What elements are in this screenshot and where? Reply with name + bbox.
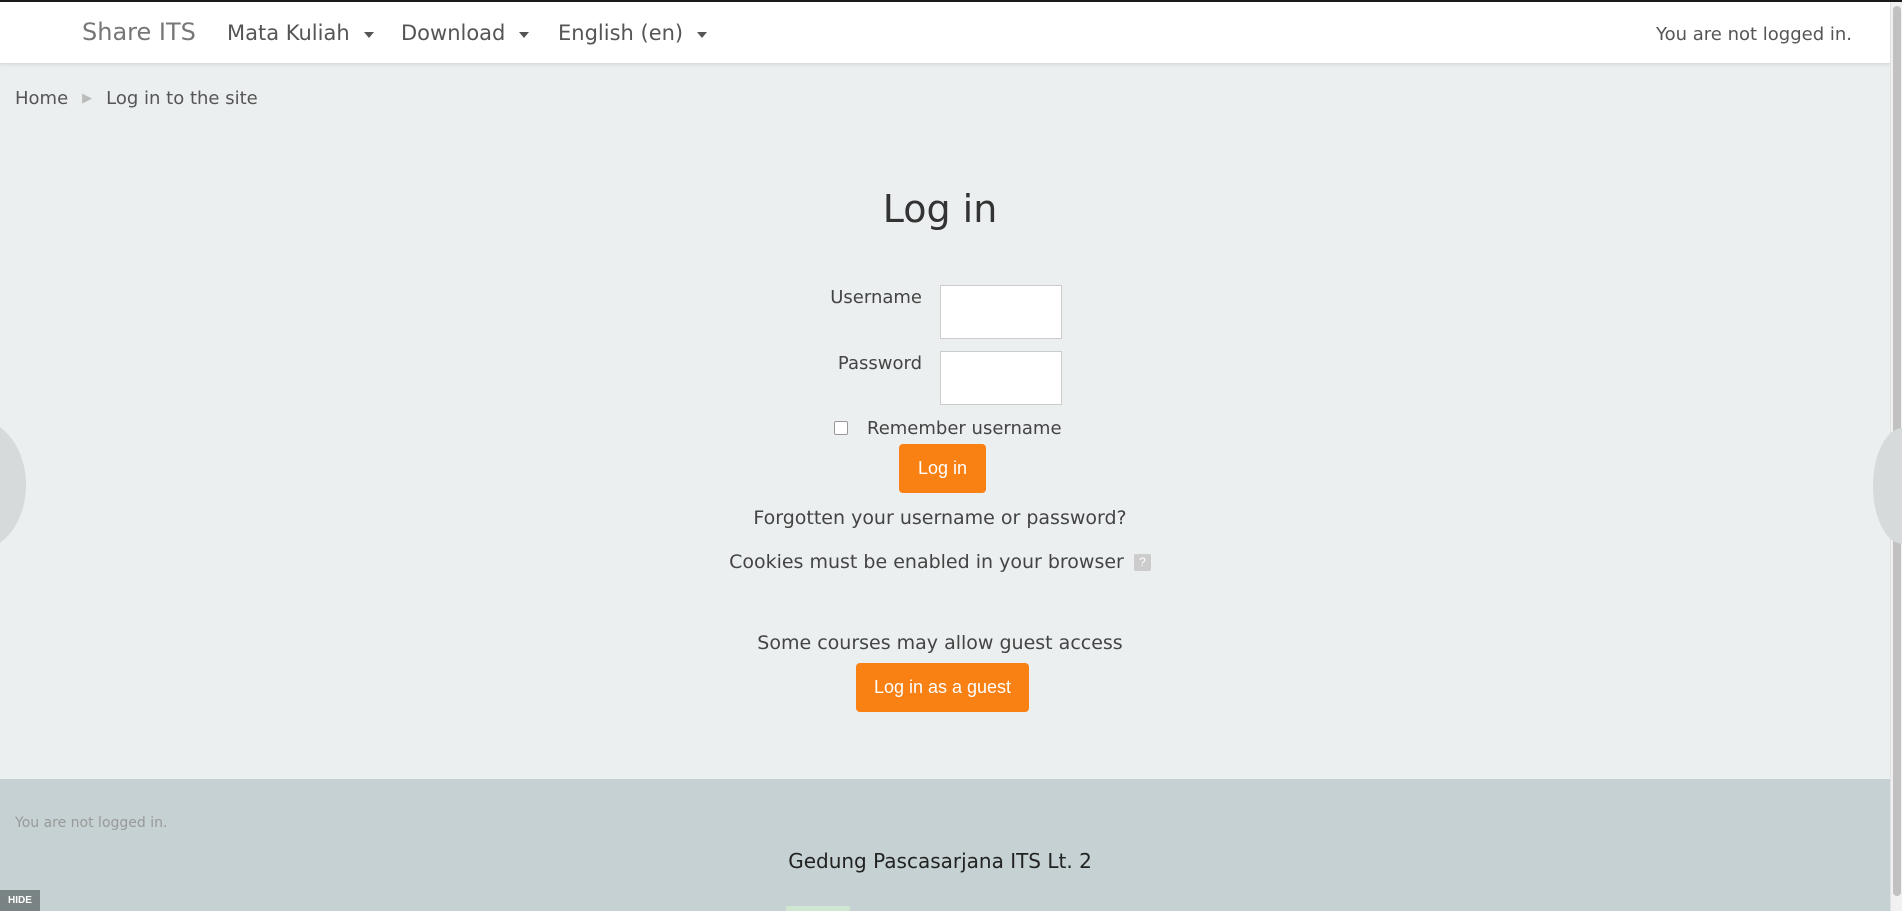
help-icon[interactable]: ? [1133,554,1151,571]
breadcrumb-separator-icon: ▶ [82,91,93,106]
side-decoration-left [0,420,26,550]
cookies-notice: Cookies must be enabled in your browser … [0,551,1880,573]
menu-mata-kuliah-label: Mata Kuliah [227,21,350,45]
username-input[interactable] [940,285,1062,339]
footer: You are not logged in. Gedung Pascasarja… [0,779,1890,911]
brand-link[interactable]: Share ITS [82,18,196,46]
breadcrumb-home[interactable]: Home [15,88,68,109]
cookies-text: Cookies must be enabled in your browser [729,551,1124,573]
login-status: You are not logged in. [1656,24,1852,45]
login-button[interactable]: Log in [899,444,986,493]
caret-down-icon [519,31,530,38]
menu-language[interactable]: English (en) [558,21,708,45]
menu-mata-kuliah[interactable]: Mata Kuliah [227,21,374,45]
footer-accent-bar [786,906,850,911]
footer-address: Gedung Pascasarjana ITS Lt. 2 [788,849,1092,873]
password-label: Password [837,353,922,374]
menu-download[interactable]: Download [401,21,530,45]
navbar: Share ITS Mata Kuliah Download English (… [0,2,1890,64]
breadcrumb: Home ▶ Log in to the site [15,88,258,109]
caret-down-icon [697,31,708,38]
forgot-password-link[interactable]: Forgotten your username or password? [0,507,1880,529]
guest-login-button[interactable]: Log in as a guest [856,663,1029,712]
breadcrumb-current: Log in to the site [106,88,258,109]
guest-access-text: Some courses may allow guest access [757,632,1123,654]
password-input[interactable] [940,351,1062,405]
remember-username-checkbox[interactable] [834,421,848,435]
menu-download-label: Download [401,21,506,45]
page-title: Log in [882,187,998,231]
hide-button[interactable]: HIDE [0,890,40,911]
username-label: Username [830,287,922,308]
footer-login-status: You are not logged in. [15,815,168,831]
remember-username-label[interactable]: Remember username [867,418,1062,439]
caret-down-icon [363,31,374,38]
menu-language-label: English (en) [558,21,684,45]
